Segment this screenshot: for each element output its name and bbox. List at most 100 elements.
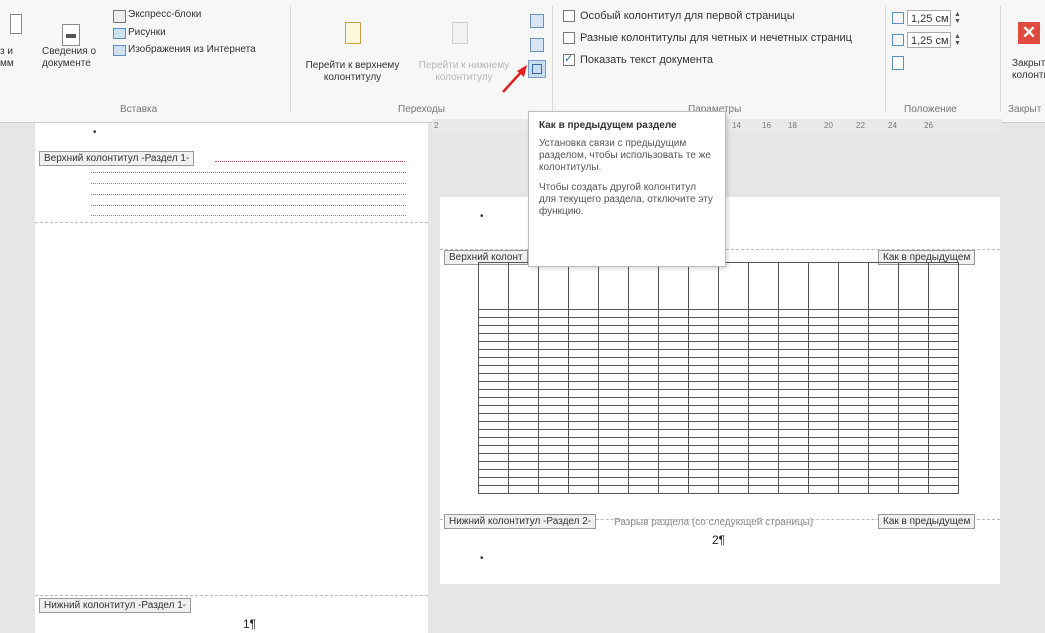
table-cell[interactable] <box>628 445 659 454</box>
table-cell[interactable] <box>838 477 869 486</box>
table-cell[interactable] <box>538 437 569 446</box>
table-cell[interactable] <box>748 469 779 478</box>
table-cell[interactable] <box>868 333 899 342</box>
table-cell[interactable] <box>628 349 659 358</box>
table-cell[interactable] <box>508 421 539 430</box>
table-cell[interactable] <box>628 357 659 366</box>
table-cell[interactable] <box>928 477 959 486</box>
footer-position-input[interactable]: 1,25 см <box>907 32 951 48</box>
table-cell[interactable] <box>748 485 779 494</box>
table-cell[interactable] <box>748 389 779 398</box>
table-cell[interactable] <box>808 357 839 366</box>
table-cell[interactable] <box>748 429 779 438</box>
table-cell[interactable] <box>838 373 869 382</box>
table-cell[interactable] <box>928 325 959 334</box>
table-cell[interactable] <box>898 485 929 494</box>
table-cell[interactable] <box>778 317 809 326</box>
header-footer-icon[interactable] <box>10 14 22 34</box>
table-cell[interactable] <box>478 349 509 358</box>
table-cell[interactable] <box>928 381 959 390</box>
table-cell[interactable] <box>868 413 899 422</box>
table-cell[interactable] <box>658 365 689 374</box>
table-cell[interactable] <box>508 365 539 374</box>
table-cell[interactable] <box>718 453 749 462</box>
table-cell[interactable] <box>718 445 749 454</box>
table-cell[interactable] <box>928 469 959 478</box>
table-cell[interactable] <box>808 469 839 478</box>
table-cell[interactable] <box>898 349 929 358</box>
table-cell[interactable] <box>508 485 539 494</box>
table-cell[interactable] <box>628 365 659 374</box>
different-odd-even-checkbox[interactable]: Разные колонтитулы для четных и нечетных… <box>563 32 852 44</box>
table-cell[interactable] <box>568 461 599 470</box>
table-cell[interactable] <box>778 262 809 310</box>
spinner-arrows[interactable]: ▲ ▼ <box>954 33 961 47</box>
table-cell[interactable] <box>778 485 809 494</box>
table-cell[interactable] <box>508 317 539 326</box>
table-cell[interactable] <box>718 421 749 430</box>
table-cell[interactable] <box>658 317 689 326</box>
table-cell[interactable] <box>868 461 899 470</box>
table-cell[interactable] <box>778 397 809 406</box>
table-cell[interactable] <box>928 262 959 310</box>
table-cell[interactable] <box>868 445 899 454</box>
table-cell[interactable] <box>478 437 509 446</box>
table-cell[interactable] <box>538 325 569 334</box>
table-cell[interactable] <box>628 469 659 478</box>
table-cell[interactable] <box>718 317 749 326</box>
table-cell[interactable] <box>898 405 929 414</box>
table-cell[interactable] <box>748 461 779 470</box>
table-cell[interactable] <box>598 341 629 350</box>
table-cell[interactable] <box>838 429 869 438</box>
table-cell[interactable] <box>478 477 509 486</box>
table-cell[interactable] <box>778 461 809 470</box>
table-cell[interactable] <box>928 453 959 462</box>
table-cell[interactable] <box>748 373 779 382</box>
table-cell[interactable] <box>778 357 809 366</box>
table-cell[interactable] <box>658 357 689 366</box>
table-cell[interactable] <box>598 461 629 470</box>
table-cell[interactable] <box>838 485 869 494</box>
table-cell[interactable] <box>568 341 599 350</box>
table-cell[interactable] <box>928 485 959 494</box>
table-cell[interactable] <box>688 349 719 358</box>
table-cell[interactable] <box>478 405 509 414</box>
table-cell[interactable] <box>568 381 599 390</box>
table-cell[interactable] <box>568 365 599 374</box>
table-cell[interactable] <box>808 477 839 486</box>
table-cell[interactable] <box>808 437 839 446</box>
table-cell[interactable] <box>718 349 749 358</box>
header-position-spinner[interactable]: 1,25 см ▲ ▼ <box>892 10 961 26</box>
table-cell[interactable] <box>508 405 539 414</box>
table-cell[interactable] <box>598 477 629 486</box>
table-cell[interactable] <box>478 365 509 374</box>
table-cell[interactable] <box>808 365 839 374</box>
table-cell[interactable] <box>658 485 689 494</box>
table-cell[interactable] <box>538 349 569 358</box>
table-cell[interactable] <box>928 373 959 382</box>
table-cell[interactable] <box>748 309 779 318</box>
table-cell[interactable] <box>718 325 749 334</box>
table-cell[interactable] <box>508 389 539 398</box>
table-cell[interactable] <box>508 461 539 470</box>
table-cell[interactable] <box>778 365 809 374</box>
table-cell[interactable] <box>478 333 509 342</box>
table-cell[interactable] <box>508 333 539 342</box>
table-cell[interactable] <box>688 453 719 462</box>
table-cell[interactable] <box>778 477 809 486</box>
table-cell[interactable] <box>748 325 779 334</box>
table-cell[interactable] <box>538 485 569 494</box>
table-cell[interactable] <box>898 461 929 470</box>
table-cell[interactable] <box>748 413 779 422</box>
table-cell[interactable] <box>658 397 689 406</box>
table-cell[interactable] <box>538 405 569 414</box>
checkbox-box[interactable] <box>563 10 575 22</box>
table-cell[interactable] <box>748 437 779 446</box>
table-cell[interactable] <box>598 469 629 478</box>
table-cell[interactable] <box>628 453 659 462</box>
table-cell[interactable] <box>568 389 599 398</box>
table-cell[interactable] <box>568 349 599 358</box>
table-cell[interactable] <box>718 373 749 382</box>
table-cell[interactable] <box>478 429 509 438</box>
table-cell[interactable] <box>538 309 569 318</box>
